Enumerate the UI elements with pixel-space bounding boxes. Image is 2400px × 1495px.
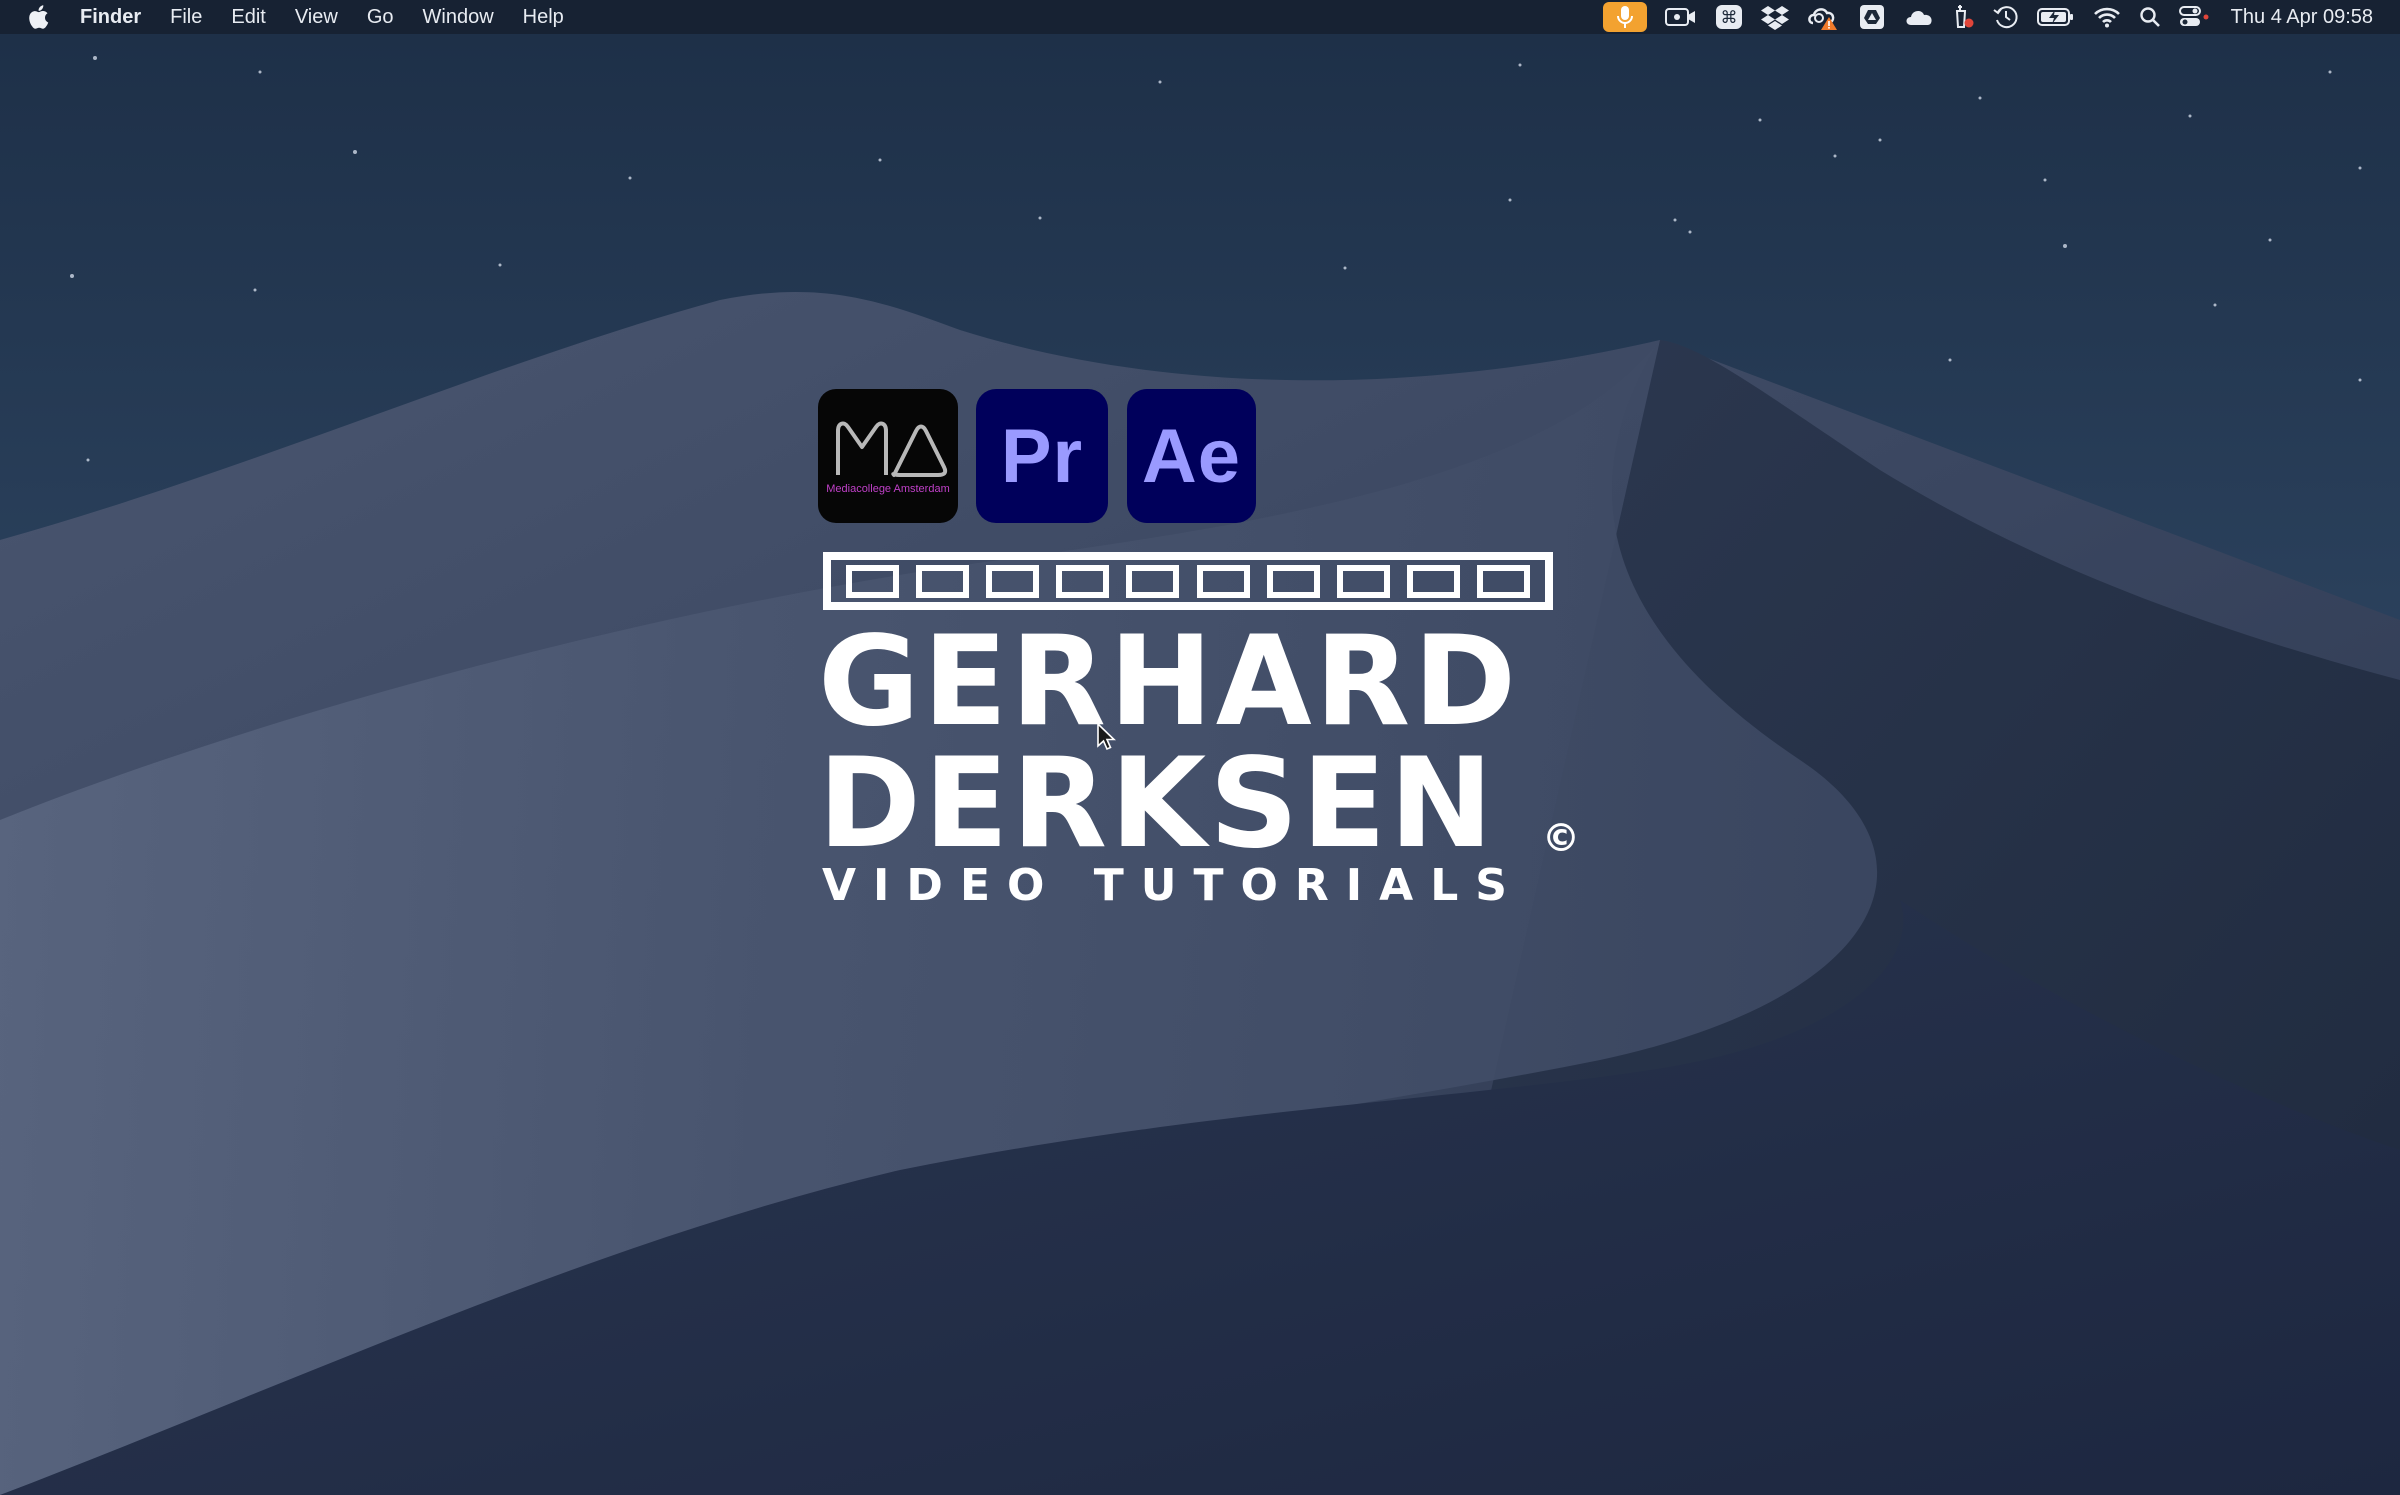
menu-go[interactable]: Go <box>367 6 394 29</box>
gerhard-derksen-logo: GERHARD DERKSEN © VIDEO TUTORIALS <box>818 552 1598 912</box>
apple-menu-icon[interactable] <box>26 4 50 30</box>
microphone-icon[interactable] <box>1602 0 1647 34</box>
after-effects-icon: Ae <box>1127 389 1256 523</box>
svg-text:⌘: ⌘ <box>1720 8 1737 28</box>
menu-bar: Finder File Edit View Go Window Help ⌘ T… <box>0 0 2400 34</box>
logo-name-first: GERHARD <box>818 610 1520 754</box>
ma-monogram-icon <box>836 421 948 477</box>
time-machine-icon[interactable] <box>1993 0 2019 34</box>
creative-cloud-sync-icon[interactable] <box>1807 0 1841 34</box>
menu-view[interactable]: View <box>295 6 338 29</box>
spotlight-search-icon[interactable] <box>2139 0 2161 34</box>
premiere-pro-icon: Pr <box>976 389 1108 523</box>
film-strip-icon <box>823 552 1553 610</box>
mediacollege-amsterdam-logo: Mediacollege Amsterdam <box>818 389 958 523</box>
menu-bar-clock[interactable]: Thu 4 Apr 09:58 <box>2231 6 2373 29</box>
after-effects-label: Ae <box>1141 413 1242 499</box>
premiere-pro-label: Pr <box>1000 413 1084 499</box>
command-key-icon[interactable]: ⌘ <box>1715 0 1743 34</box>
memory-cleaner-icon[interactable] <box>1953 0 1975 34</box>
logo-name-last: DERKSEN <box>818 732 1496 876</box>
control-center-icon[interactable] <box>2178 0 2209 34</box>
ma-caption: Mediacollege Amsterdam <box>826 483 950 495</box>
desktop[interactable]: Finder File Edit View Go Window Help ⌘ T… <box>0 0 2400 1495</box>
wifi-icon[interactable] <box>2093 0 2121 34</box>
battery-charging-icon[interactable] <box>2036 0 2075 34</box>
menu-edit[interactable]: Edit <box>231 6 265 29</box>
mouse-cursor-icon <box>1097 722 1116 751</box>
screen-record-icon[interactable] <box>1664 0 1697 34</box>
menu-help[interactable]: Help <box>523 6 564 29</box>
dropbox-icon[interactable] <box>1760 0 1789 34</box>
logo-copyright-mark: © <box>1542 816 1580 860</box>
menu-file[interactable]: File <box>170 6 202 29</box>
google-drive-icon[interactable] <box>1859 0 1885 34</box>
menu-window[interactable]: Window <box>423 6 494 29</box>
menu-app-finder[interactable]: Finder <box>80 6 141 29</box>
logo-tagline: VIDEO TUTORIALS <box>822 860 1524 911</box>
icloud-icon[interactable] <box>1903 0 1935 34</box>
